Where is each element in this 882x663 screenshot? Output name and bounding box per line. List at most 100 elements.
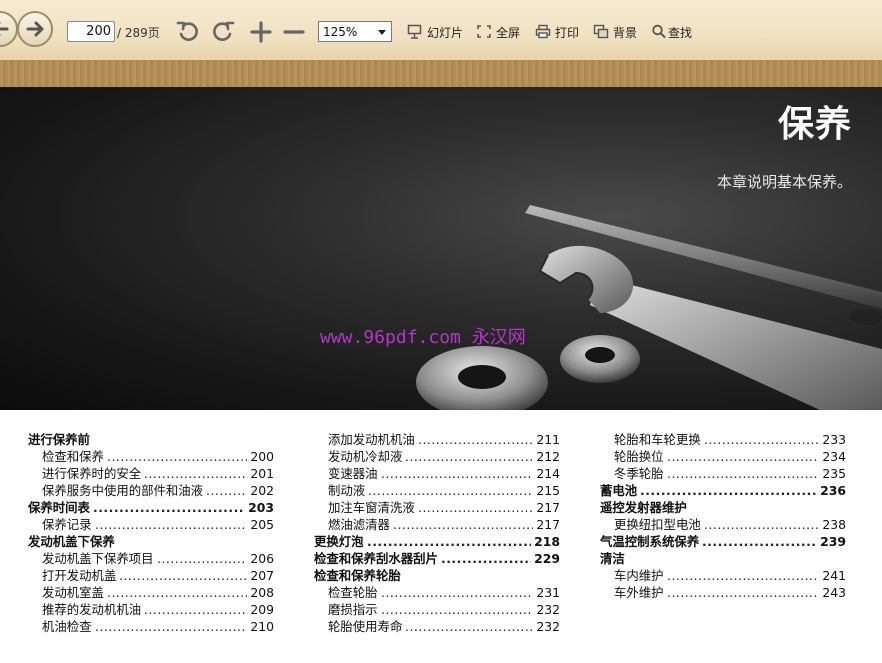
page-number-input[interactable]	[67, 21, 115, 42]
toc-entry[interactable]: 磨损指示....................................…	[314, 601, 560, 618]
toc-section-heading[interactable]: 气温控制系统保养................................…	[600, 533, 846, 550]
toc-entry-title: 保养服务中使用的部件和油液	[42, 483, 204, 498]
toc-section-heading[interactable]: 保养时间表...................................…	[28, 499, 274, 516]
fullscreen-icon	[477, 25, 491, 38]
prev-page-button[interactable]	[0, 11, 18, 47]
toc-entry[interactable]: 更换纽扣型电池.................................…	[600, 516, 846, 533]
toc-entry[interactable]: 轮胎使用寿命..................................…	[314, 618, 560, 635]
toc-section-heading[interactable]: 遥控发射器维护	[600, 499, 846, 516]
toc-page-number: 214	[536, 466, 560, 481]
zoom-out-icon[interactable]	[282, 19, 306, 45]
toc-entry[interactable]: 检查和保养...................................…	[28, 448, 274, 465]
toc-column-2: 添加发动机机油.................................…	[314, 431, 560, 635]
toc-page-number: 234	[822, 449, 846, 464]
toc-entry[interactable]: 添加发动机机油.................................…	[314, 431, 560, 448]
toc-entry-title: 轮胎和车轮更换	[614, 432, 701, 447]
toc-section-heading[interactable]: 检查和保养刮水器刮片..............................…	[314, 550, 560, 567]
toc-entry-title: 进行保养时的安全	[42, 466, 142, 481]
toc-entry[interactable]: 发动机室盖...................................…	[28, 584, 274, 601]
toc-entry-title: 检查和保养	[42, 449, 104, 464]
toc-leader-dots: ........................................…	[702, 534, 817, 549]
toc-leader-dots: ........................................…	[144, 466, 247, 481]
toc-entry[interactable]: 燃油滤清器...................................…	[314, 516, 560, 533]
toc-entry-title: 清洁	[600, 551, 625, 566]
toc-entry[interactable]: 机油检查....................................…	[28, 618, 274, 635]
arrow-left-icon	[0, 21, 9, 37]
toc-section-heading[interactable]: 检查和保养轮胎	[314, 567, 560, 584]
toc-page-number: 218	[534, 534, 560, 549]
toc-entry-title: 更换灯泡	[314, 534, 364, 549]
toc-column-1: 进行保养前 检查和保养..............................…	[28, 431, 274, 635]
toc-leader-dots: ........................................…	[107, 585, 247, 600]
background-icon	[593, 24, 609, 39]
toc-entry[interactable]: 发动机冷却液..................................…	[314, 448, 560, 465]
toc-entry-title: 轮胎使用寿命	[328, 619, 403, 634]
next-page-button[interactable]	[17, 11, 53, 47]
toc-entry-title: 推荐的发动机机油	[42, 602, 142, 617]
toc-page-number: 208	[250, 585, 274, 600]
toc-section-heading[interactable]: 清洁	[600, 550, 846, 567]
toc-entry-title: 加注车窗清洗液	[328, 500, 415, 515]
toc-page-number: 217	[536, 517, 560, 532]
rotate-right-icon[interactable]	[210, 19, 236, 45]
toc-entry[interactable]: 保养记录....................................…	[28, 516, 274, 533]
toc-page-number: 229	[534, 551, 560, 566]
toc-leader-dots: ........................................…	[144, 602, 247, 617]
zoom-in-icon[interactable]	[249, 19, 273, 45]
toc-page-number: 201	[250, 466, 274, 481]
toc-page-number: 209	[250, 602, 274, 617]
toc-leader-dots: ........................................…	[667, 466, 819, 481]
rotate-left-icon[interactable]	[175, 19, 201, 45]
page-total-label: / 289页	[117, 26, 160, 40]
chapter-title: 保养	[777, 104, 852, 145]
toc-leader-dots: ........................................…	[381, 585, 533, 600]
toc-section-heading[interactable]: 更换灯泡....................................…	[314, 533, 560, 550]
toc-entry-title: 发动机盖下保养项目	[42, 551, 154, 566]
toc-page-number: 202	[250, 483, 274, 498]
toc-entry-title: 车外维护	[614, 585, 664, 600]
toc-page-number: 232	[536, 602, 560, 617]
search-label: 查找	[668, 26, 693, 40]
toc-section-heading[interactable]: 蓄电池.....................................…	[600, 482, 846, 499]
toc-leader-dots: ........................................…	[381, 466, 533, 481]
toc-entry[interactable]: 检查轮胎....................................…	[314, 584, 560, 601]
zoom-select[interactable]: 125%	[318, 21, 392, 42]
toc-leader-dots: ........................................…	[667, 449, 819, 464]
toc-entry-title: 发动机冷却液	[328, 449, 403, 464]
toc-page-number: 241	[822, 568, 846, 583]
toc-page-number: 236	[820, 483, 846, 498]
toc-entry[interactable]: 轮胎换位....................................…	[600, 448, 846, 465]
toc-leader-dots: ........................................…	[667, 585, 819, 600]
toc-leader-dots: ........................................…	[367, 534, 531, 549]
toc-entry[interactable]: 进行保养时的安全................................…	[28, 465, 274, 482]
toc-leader-dots: ........................................…	[95, 619, 247, 634]
toc-leader-dots: ........................................…	[405, 449, 533, 464]
toc-entry[interactable]: 轮胎和车轮更换.................................…	[600, 431, 846, 448]
toc-leader-dots: ........................................…	[368, 483, 533, 498]
toc-entry[interactable]: 加注车窗清洗液.................................…	[314, 499, 560, 516]
toc-entry-title: 打开发动机盖	[42, 568, 117, 583]
toc-entry-title: 检查和保养轮胎	[314, 568, 401, 583]
toc-entry[interactable]: 车内维护....................................…	[600, 567, 846, 584]
fullscreen-label: 全屏	[496, 26, 521, 40]
toc-page-number: 205	[250, 517, 274, 532]
toc-entry[interactable]: 变速器油....................................…	[314, 465, 560, 482]
toc-entry[interactable]: 冬季轮胎....................................…	[600, 465, 846, 482]
toc-entry[interactable]: 制动液.....................................…	[314, 482, 560, 499]
toc-page-number: 212	[536, 449, 560, 464]
toc-section-heading[interactable]: 进行保养前	[28, 431, 274, 448]
toc-section-heading[interactable]: 发动机盖下保养	[28, 533, 274, 550]
toc-leader-dots: ........................................…	[157, 551, 247, 566]
toc-page-number: 215	[536, 483, 560, 498]
toc-leader-dots: ........................................…	[119, 568, 247, 583]
toc-page-number: 235	[822, 466, 846, 481]
toc-entry-title: 保养时间表	[28, 500, 90, 515]
toc-entry[interactable]: 车外维护....................................…	[600, 584, 846, 601]
toc-entry[interactable]: 打开发动机盖..................................…	[28, 567, 274, 584]
toc-entry[interactable]: 保养服务中使用的部件和油液...........................…	[28, 482, 274, 499]
toc-page-number: 206	[250, 551, 274, 566]
printer-icon	[535, 24, 551, 39]
toc-leader-dots: ........................................…	[418, 432, 533, 447]
toc-entry[interactable]: 发动机盖下保养项目...............................…	[28, 550, 274, 567]
toc-entry[interactable]: 推荐的发动机机油................................…	[28, 601, 274, 618]
